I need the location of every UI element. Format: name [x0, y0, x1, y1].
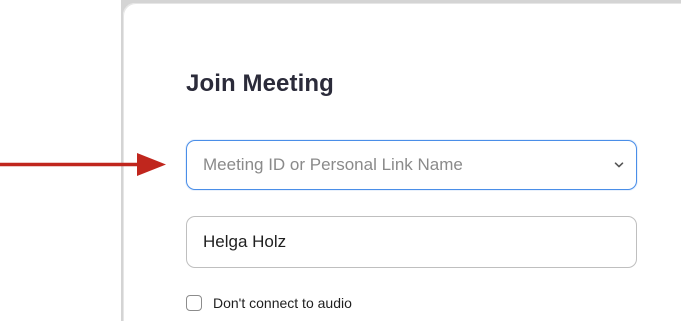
annotation-arrow-icon	[0, 153, 166, 176]
screenshot-stage: Join Meeting Don't connect to audio	[0, 0, 681, 321]
